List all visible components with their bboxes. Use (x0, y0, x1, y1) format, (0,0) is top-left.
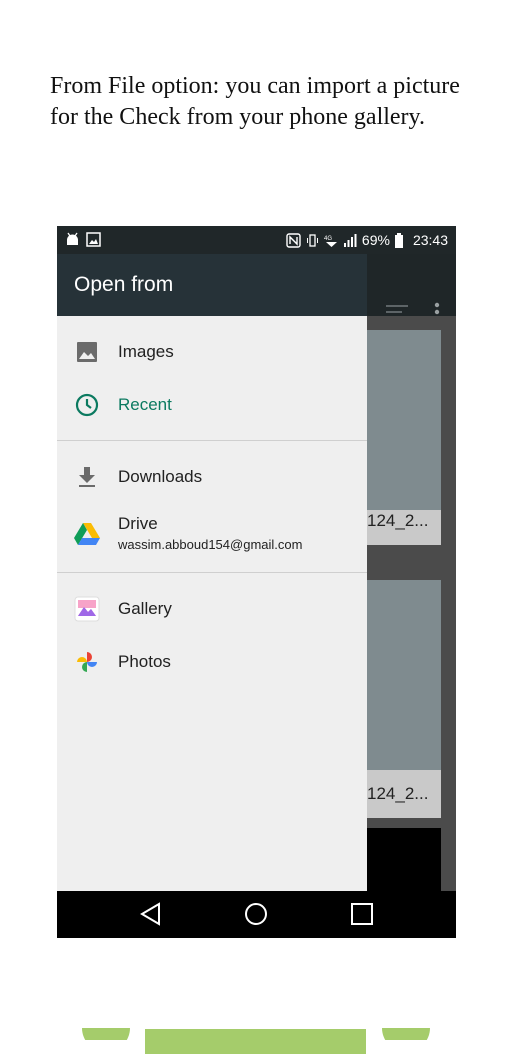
drawer-title: Open from (57, 254, 367, 316)
recent-apps-icon[interactable] (349, 901, 375, 927)
divider (57, 440, 367, 441)
open-from-drawer: Open from Images Recent Downloads Drive (57, 254, 367, 891)
drawer-item-label: Drive (118, 514, 158, 533)
download-icon (74, 464, 100, 490)
intro-paragraph: From File option: you can import a pictu… (50, 73, 460, 130)
android-icon (65, 232, 80, 247)
check-image-thumb (357, 330, 441, 510)
decorative-green-bar (145, 1029, 366, 1054)
back-icon[interactable] (137, 901, 163, 927)
clock-icon (74, 392, 100, 418)
drawer-item-label: Recent (118, 395, 172, 414)
drawer-item-label: Images (118, 342, 174, 361)
vibrate-icon (305, 233, 320, 248)
battery-percent: 69% (361, 232, 390, 248)
drawer-item-label: Downloads (118, 467, 203, 486)
file-caption: 124_2... (367, 511, 429, 530)
drive-account-email: wassim.abboud154@gmail.com (118, 537, 303, 552)
network-4g-icon: 4G (324, 233, 339, 248)
navigation-bar (57, 891, 456, 938)
drawer-item-gallery[interactable]: Gallery (57, 583, 367, 635)
nfc-icon (286, 232, 301, 248)
signal-icon (343, 233, 358, 248)
google-photos-icon (74, 649, 100, 675)
drawer-item-downloads[interactable]: Downloads (57, 451, 367, 503)
drawer-item-images[interactable]: Images (57, 326, 367, 378)
drawer-item-photos[interactable]: Photos (57, 636, 367, 688)
file-thumbnail[interactable]: 124_2... (357, 330, 441, 545)
decorative-green-circle (382, 1000, 430, 1052)
gallery-icon (74, 596, 100, 622)
file-caption: 124_2... (367, 784, 429, 803)
divider (57, 572, 367, 573)
picture-notification-icon (86, 232, 101, 247)
file-thumbnail[interactable]: 124_2... (357, 580, 441, 818)
drawer-item-recent[interactable]: Recent (57, 379, 367, 431)
svg-text:4G: 4G (324, 236, 332, 242)
decorative-green-circle (82, 1000, 130, 1052)
google-drive-icon (74, 521, 100, 547)
home-icon[interactable] (243, 901, 269, 927)
image-icon (74, 339, 100, 365)
clock-time: 23:43 (412, 232, 448, 248)
status-bar: 4G 69% 23:43 (57, 226, 456, 254)
drawer-item-label: Gallery (118, 599, 172, 618)
drawer-item-label: Photos (118, 652, 171, 671)
file-thumbnail[interactable] (357, 828, 441, 891)
phone-screenshot: 4G 69% 23:43 124_2... 124_2... Open from… (57, 226, 456, 938)
drawer-item-drive[interactable]: Drive wassim.abboud154@gmail.com (57, 504, 367, 568)
check-image-thumb (357, 580, 441, 770)
battery-icon (394, 232, 409, 248)
